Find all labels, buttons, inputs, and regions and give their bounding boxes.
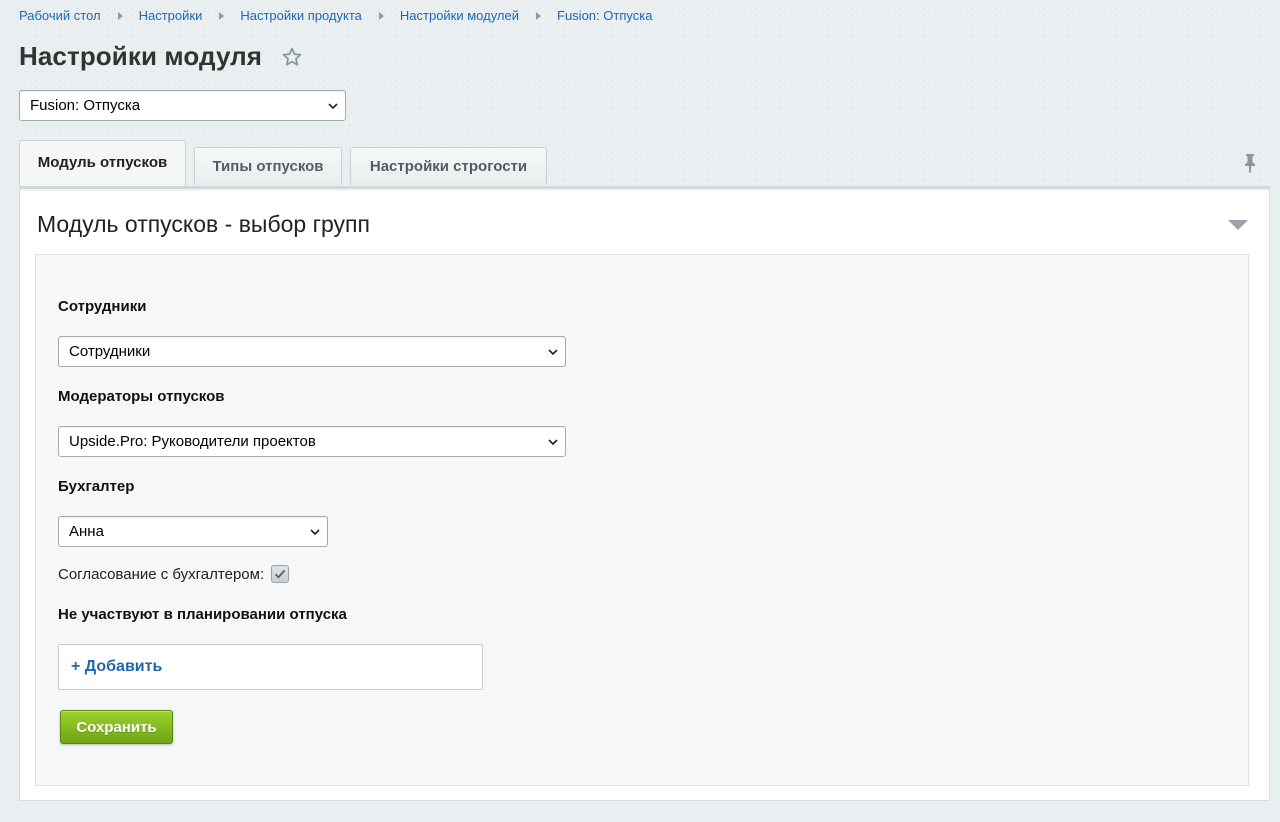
chevron-down-icon (548, 349, 558, 356)
employees-select-value: Сотрудники (69, 343, 151, 360)
accountant-approval-row: Согласование с бухгалтером: (58, 565, 290, 583)
excluded-label: Не участвуют в планировании отпуска (58, 606, 347, 623)
breadcrumb-item-module-settings[interactable]: Настройки модулей (400, 8, 519, 23)
breadcrumb-separator-icon (378, 11, 384, 20)
breadcrumb-item-product-settings[interactable]: Настройки продукта (240, 8, 362, 23)
breadcrumb-item-settings[interactable]: Настройки (139, 8, 203, 23)
tab-label: Типы отпусков (212, 158, 324, 175)
breadcrumb: Рабочий стол Настройки Настройки продукт… (19, 8, 652, 23)
accountant-label: Бухгалтер (58, 478, 135, 495)
chevron-down-icon (310, 529, 320, 536)
breadcrumb-separator-icon (219, 11, 225, 20)
star-icon[interactable] (281, 46, 303, 68)
section-title: Модуль отпусков - выбор групп (37, 211, 370, 237)
breadcrumb-item-fusion[interactable]: Fusion: Отпуска (557, 8, 652, 23)
tab-label: Модуль отпусков (37, 154, 168, 171)
chevron-down-icon (328, 103, 338, 110)
moderators-select[interactable]: Upside.Pro: Руководители проектов (58, 426, 566, 457)
tab-vacation-types[interactable]: Типы отпусков (194, 147, 342, 185)
save-button[interactable]: Сохранить (60, 710, 173, 744)
chevron-down-icon (548, 439, 558, 446)
breadcrumb-item-desktop[interactable]: Рабочий стол (19, 8, 101, 23)
form-area: Сотрудники Сотрудники Модераторы отпуско… (35, 254, 1249, 786)
title-row: Настройки модуля (19, 41, 303, 72)
tab-strictness-settings[interactable]: Настройки строгости (350, 147, 547, 185)
accountant-approval-label: Согласование с бухгалтером: (58, 565, 265, 583)
add-excluded-link[interactable]: + Добавить (71, 658, 162, 676)
accountant-approval-checkbox[interactable] (271, 565, 290, 583)
settings-panel: Модуль отпусков - выбор групп Сотрудники… (19, 186, 1270, 801)
pin-icon[interactable] (1242, 153, 1258, 173)
triangle-down-icon[interactable] (1228, 219, 1248, 231)
excluded-users-box: + Добавить (58, 644, 483, 690)
module-select-value: Fusion: Отпуска (30, 97, 141, 114)
moderators-select-value: Upside.Pro: Руководители проектов (69, 433, 316, 450)
accountant-select[interactable]: Анна (58, 516, 328, 547)
breadcrumb-separator-icon (536, 11, 542, 20)
page-title: Настройки модуля (19, 41, 263, 71)
tab-label: Настройки строгости (369, 158, 528, 175)
moderators-label: Модераторы отпусков (58, 388, 225, 405)
module-select[interactable]: Fusion: Отпуска (19, 90, 346, 121)
employees-label: Сотрудники (58, 298, 147, 315)
tab-vacation-module[interactable]: Модуль отпусков (19, 140, 186, 186)
employees-select[interactable]: Сотрудники (58, 336, 566, 367)
check-icon (274, 569, 286, 579)
breadcrumb-separator-icon (117, 11, 123, 20)
panel-divider (20, 189, 1269, 191)
accountant-select-value: Анна (69, 523, 104, 540)
